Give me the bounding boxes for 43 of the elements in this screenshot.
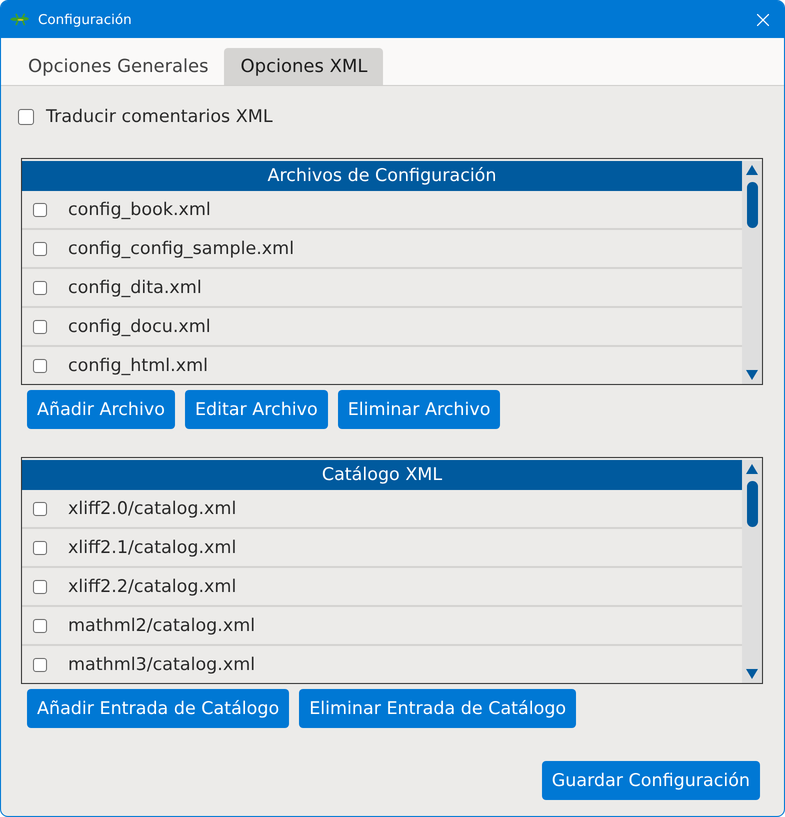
catalog-path[interactable]: mathml2/catalog.xml: [68, 616, 256, 636]
checkbox[interactable]: [33, 358, 47, 372]
checkbox[interactable]: [33, 280, 47, 294]
scrollbar-thumb[interactable]: [746, 481, 758, 527]
scroll-down-icon[interactable]: [746, 370, 758, 380]
checkbox[interactable]: [33, 540, 47, 554]
window-title: Configuración: [38, 12, 132, 28]
close-icon[interactable]: [757, 14, 769, 26]
file-name[interactable]: config_docu.xml: [68, 316, 211, 336]
scrollbar-thumb[interactable]: [746, 182, 758, 228]
checkbox[interactable]: [33, 658, 47, 672]
checkbox[interactable]: [33, 580, 47, 594]
scrollbar-track[interactable]: [742, 161, 762, 384]
tab[interactable]: Opciones XML: [224, 48, 384, 85]
checkbox[interactable]: [33, 502, 47, 516]
add-file-button[interactable]: Añadir Archivo: [27, 390, 175, 429]
scrollbar-track[interactable]: [742, 460, 762, 683]
scroll-up-icon[interactable]: [746, 464, 758, 474]
list-header: Catálogo XML: [22, 460, 742, 490]
checkbox[interactable]: [33, 202, 47, 216]
file-name[interactable]: config_html.xml: [68, 356, 208, 376]
file-name[interactable]: config_config_sample.xml: [68, 238, 294, 258]
catalog-path[interactable]: xliff2.1/catalog.xml: [68, 538, 236, 558]
file-name[interactable]: config_dita.xml: [68, 278, 202, 298]
add-catalog-entry-button[interactable]: Añadir Entrada de Catálogo: [27, 689, 290, 728]
scroll-down-icon[interactable]: [746, 669, 758, 679]
checkbox-label[interactable]: Traducir comentarios XML: [46, 107, 273, 127]
list-header: Archivos de Configuración: [22, 161, 742, 191]
catalog-path[interactable]: xliff2.2/catalog.xml: [68, 576, 236, 596]
catalog-path[interactable]: xliff2.0/catalog.xml: [68, 498, 236, 518]
file-name[interactable]: config_book.xml: [68, 200, 211, 220]
checkbox[interactable]: [33, 618, 47, 632]
scroll-up-icon[interactable]: [746, 165, 758, 175]
checkbox[interactable]: [18, 109, 34, 125]
catalog-path[interactable]: mathml3/catalog.xml: [68, 654, 256, 674]
checkbox[interactable]: [33, 320, 47, 334]
save-button[interactable]: Guardar Configuración: [542, 761, 760, 800]
remove-file-button[interactable]: Eliminar Archivo: [338, 390, 500, 429]
lizard-icon: [10, 13, 29, 26]
tab[interactable]: Opciones Generales: [12, 48, 224, 85]
remove-catalog-entry-button[interactable]: Eliminar Entrada de Catálogo: [299, 689, 576, 728]
edit-file-button[interactable]: Editar Archivo: [184, 390, 328, 429]
checkbox[interactable]: [33, 242, 47, 256]
